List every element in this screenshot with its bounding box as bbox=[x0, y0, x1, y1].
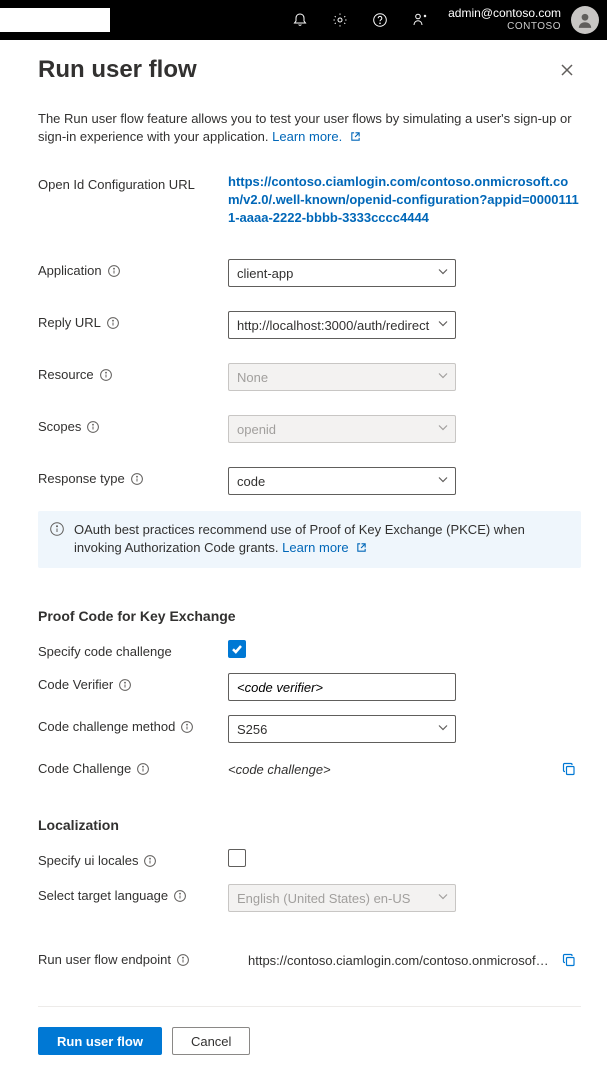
specify-ui-locales-label: Specify ui locales bbox=[38, 849, 228, 868]
info-icon[interactable] bbox=[107, 317, 119, 329]
cancel-button[interactable]: Cancel bbox=[172, 1027, 250, 1055]
chevron-down-icon bbox=[437, 370, 449, 385]
specify-ui-locales-checkbox[interactable] bbox=[228, 849, 246, 867]
code-verifier-label: Code Verifier bbox=[38, 673, 228, 692]
account-block[interactable]: admin@contoso.com CONTOSO bbox=[440, 6, 567, 34]
response-type-label: Response type bbox=[38, 467, 228, 486]
target-language-dropdown: English (United States) en-US bbox=[228, 884, 456, 912]
copy-code-challenge-button[interactable] bbox=[557, 757, 581, 781]
code-challenge-value: <code challenge> bbox=[228, 758, 557, 781]
pkce-callout: OAuth best practices recommend use of Pr… bbox=[38, 511, 581, 568]
openid-config-label: Open Id Configuration URL bbox=[38, 173, 228, 192]
chevron-down-icon bbox=[437, 891, 449, 906]
openid-config-url[interactable]: https://contoso.ciamlogin.com/contoso.on… bbox=[228, 174, 579, 225]
divider bbox=[38, 1006, 581, 1007]
pkce-heading: Proof Code for Key Exchange bbox=[38, 608, 581, 624]
account-email: admin@contoso.com bbox=[448, 6, 561, 20]
chevron-down-icon bbox=[437, 722, 449, 737]
top-bar-search-placeholder[interactable] bbox=[0, 8, 110, 32]
scopes-label: Scopes bbox=[38, 415, 228, 434]
code-challenge-method-label: Code challenge method bbox=[38, 715, 228, 734]
feedback-icon[interactable] bbox=[400, 0, 440, 40]
settings-icon[interactable] bbox=[320, 0, 360, 40]
scopes-dropdown: openid bbox=[228, 415, 456, 443]
notifications-icon[interactable] bbox=[280, 0, 320, 40]
target-language-label: Select target language bbox=[38, 884, 228, 903]
intro-learn-more-link[interactable]: Learn more. bbox=[272, 129, 361, 144]
code-verifier-input[interactable] bbox=[228, 673, 456, 701]
footer-buttons: Run user flow Cancel bbox=[38, 1027, 581, 1055]
chevron-down-icon bbox=[437, 422, 449, 437]
external-link-icon bbox=[356, 540, 367, 558]
copy-endpoint-button[interactable] bbox=[557, 948, 581, 972]
run-user-flow-panel: Run user flow The Run user flow feature … bbox=[0, 40, 607, 1079]
avatar[interactable] bbox=[571, 6, 599, 34]
info-icon[interactable] bbox=[87, 421, 99, 433]
specify-challenge-checkbox[interactable] bbox=[228, 640, 246, 658]
application-dropdown[interactable]: client-app bbox=[228, 259, 456, 287]
info-icon[interactable] bbox=[108, 265, 120, 277]
callout-learn-more-link[interactable]: Learn more bbox=[282, 540, 367, 555]
application-label: Application bbox=[38, 259, 228, 278]
chevron-down-icon bbox=[437, 266, 449, 281]
account-tenant: CONTOSO bbox=[507, 20, 561, 34]
response-type-dropdown[interactable]: code bbox=[228, 467, 456, 495]
info-icon[interactable] bbox=[181, 721, 193, 733]
panel-intro: The Run user flow feature allows you to … bbox=[38, 110, 581, 147]
external-link-icon bbox=[350, 129, 361, 147]
info-icon[interactable] bbox=[100, 369, 112, 381]
reply-url-dropdown[interactable]: http://localhost:3000/auth/redirect bbox=[228, 311, 456, 339]
info-icon[interactable] bbox=[131, 473, 143, 485]
info-icon[interactable] bbox=[177, 954, 189, 966]
info-icon[interactable] bbox=[137, 763, 149, 775]
reply-url-label: Reply URL bbox=[38, 311, 228, 330]
info-icon[interactable] bbox=[144, 855, 156, 867]
specify-challenge-label: Specify code challenge bbox=[38, 640, 228, 659]
code-challenge-label: Code Challenge bbox=[38, 757, 228, 776]
info-icon[interactable] bbox=[174, 890, 186, 902]
resource-label: Resource bbox=[38, 363, 228, 382]
info-icon[interactable] bbox=[119, 679, 131, 691]
localization-heading: Localization bbox=[38, 817, 581, 833]
top-bar: admin@contoso.com CONTOSO bbox=[0, 0, 607, 40]
chevron-down-icon bbox=[437, 318, 449, 333]
endpoint-label: Run user flow endpoint bbox=[38, 948, 248, 967]
info-icon bbox=[50, 522, 64, 541]
resource-dropdown: None bbox=[228, 363, 456, 391]
endpoint-value: https://contoso.ciamlogin.com/contoso.on… bbox=[248, 953, 557, 968]
panel-title: Run user flow bbox=[38, 56, 197, 84]
close-button[interactable] bbox=[553, 56, 581, 84]
run-user-flow-button[interactable]: Run user flow bbox=[38, 1027, 162, 1055]
code-challenge-method-dropdown[interactable]: S256 bbox=[228, 715, 456, 743]
help-icon[interactable] bbox=[360, 0, 400, 40]
chevron-down-icon bbox=[437, 474, 449, 489]
